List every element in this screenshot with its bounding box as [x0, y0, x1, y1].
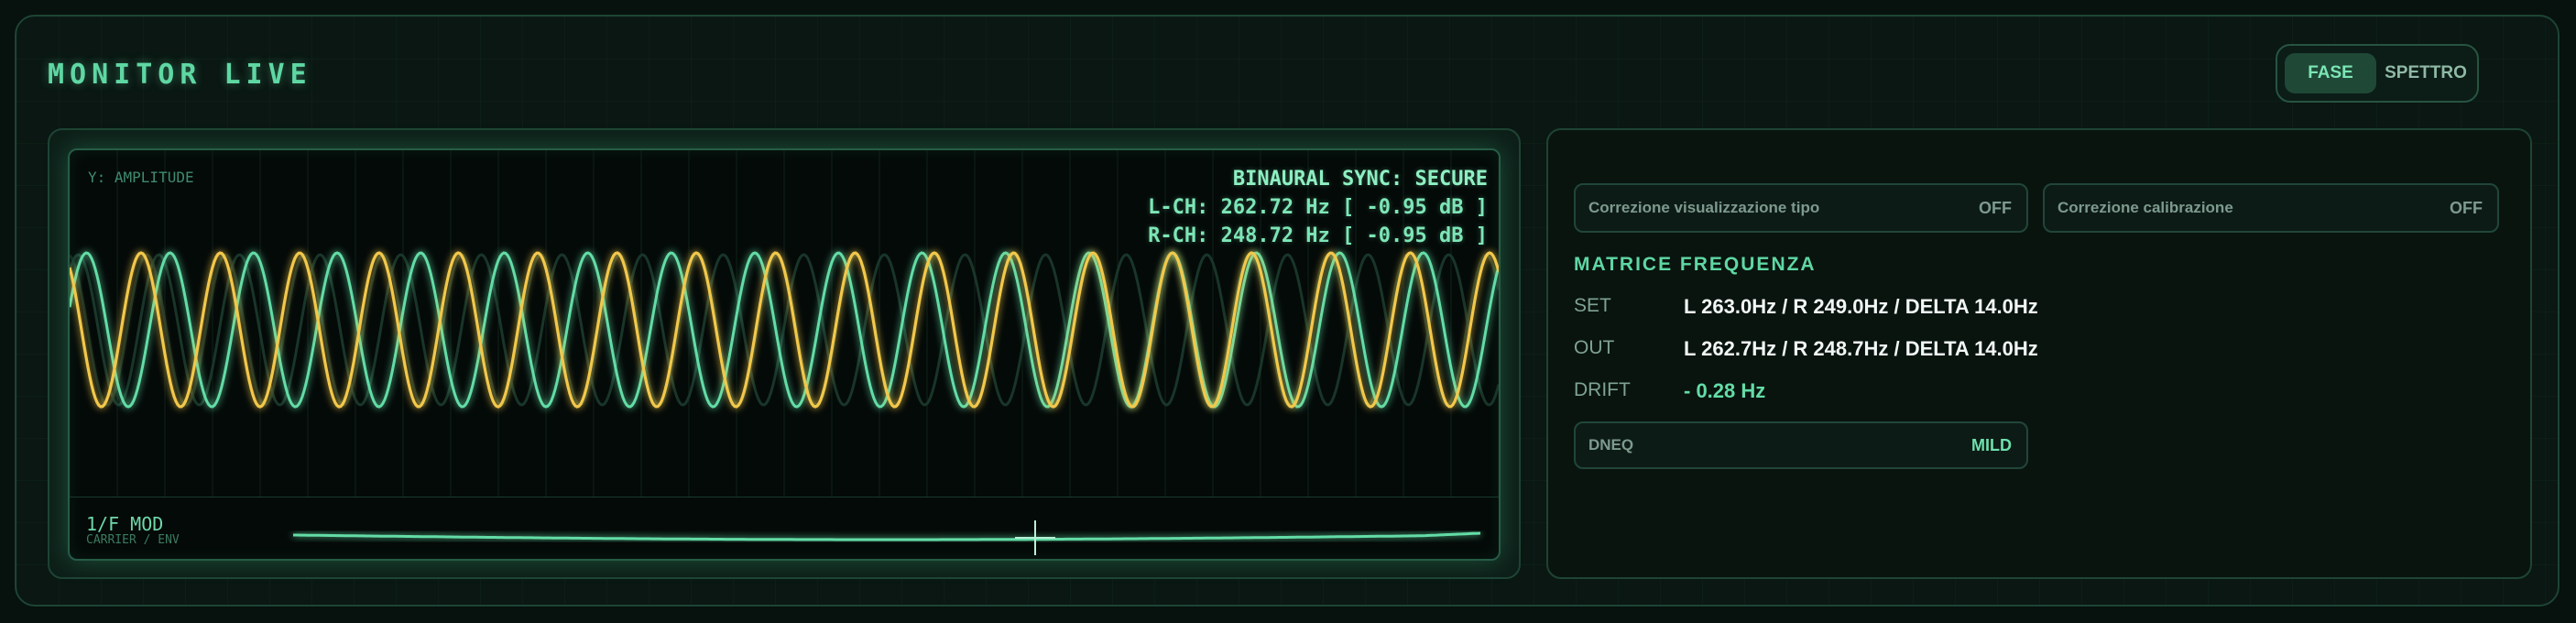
matrix-key: DRIFT	[1574, 379, 1631, 400]
calibration-correction-toggle[interactable]: Correzione calibrazione OFF	[2043, 183, 2499, 233]
matrix-value: L 262.7Hz / R 248.7Hz / DELTA 14.0Hz	[1684, 337, 2038, 360]
display-type-correction-value: OFF	[1979, 199, 2012, 217]
page-title: MONITOR LIVE	[48, 59, 312, 91]
toggle-spettro-button[interactable]: SPETTRO	[2380, 53, 2472, 93]
mod-sublabel: CARRIER / ENV	[86, 533, 180, 547]
toggle-fase-button[interactable]: FASE	[2285, 53, 2376, 93]
matrix-value: - 0.28 Hz	[1684, 379, 1766, 402]
oscilloscope: Y: AMPLITUDE BINAURAL SYNC: SECURE L-CH:…	[68, 148, 1501, 561]
crosshair-icon[interactable]	[1015, 520, 1055, 555]
left-channel-readout: L-CH: 262.72 Hz [ -0.95 dB ]	[1148, 196, 1488, 219]
channel-readout: BINAURAL SYNC: SECURE L-CH: 262.72 Hz [ …	[1148, 165, 1488, 250]
dneq-label: DNEQ	[1588, 436, 1634, 454]
dneq-selector[interactable]: DNEQ MILD	[1574, 421, 2028, 469]
calibration-correction-label: Correzione calibrazione	[2058, 199, 2233, 216]
view-toggle: FASE SPETTRO	[2276, 44, 2479, 103]
dneq-value: MILD	[1971, 436, 2012, 454]
sync-status: BINAURAL SYNC: SECURE	[1232, 168, 1488, 191]
calibration-correction-value: OFF	[2450, 199, 2483, 217]
display-type-correction-label: Correzione visualizzazione tipo	[1588, 199, 1820, 216]
y-axis-label: Y: AMPLITUDE	[88, 169, 194, 186]
matrix-value: L 263.0Hz / R 249.0Hz / DELTA 14.0Hz	[1684, 295, 2038, 318]
matrix-key: OUT	[1574, 337, 1615, 358]
envelope-trace	[293, 531, 1481, 541]
display-type-correction-toggle[interactable]: Correzione visualizzazione tipo OFF	[1574, 183, 2028, 233]
matrix-key: SET	[1574, 295, 1611, 316]
mod-label: 1/F MOD	[86, 513, 164, 535]
frequency-matrix-title: MATRICE FREQUENZA	[1574, 254, 1817, 275]
right-channel-readout: R-CH: 248.72 Hz [ -0.95 dB ]	[1148, 224, 1488, 247]
